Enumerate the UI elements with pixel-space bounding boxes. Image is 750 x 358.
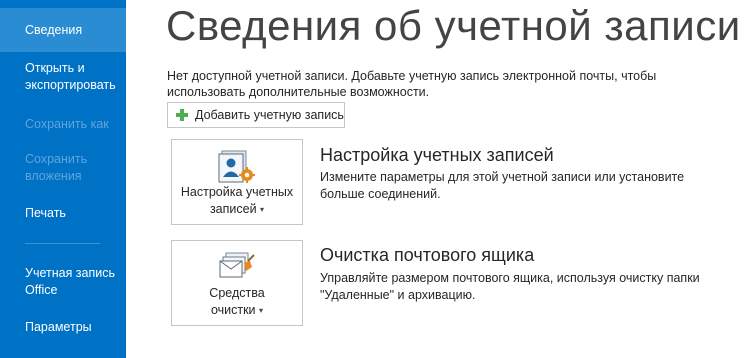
sidebar-item-open-export[interactable]: Открыть и экспортировать [0, 60, 126, 94]
sidebar-item-label: Печать [25, 206, 66, 220]
sidebar-item-print[interactable]: Печать [0, 205, 126, 222]
sidebar-item-options[interactable]: Параметры [0, 319, 126, 336]
add-account-button[interactable]: Добавить учетную запись [167, 102, 345, 128]
account-settings-button[interactable]: Настройка учетных записей ▾ [171, 139, 303, 225]
sidebar-item-save-as: Сохранить как [0, 116, 126, 133]
tile-label-line1: Средства [209, 286, 265, 300]
sidebar-item-save-attachments: Сохранить вложения [0, 151, 126, 185]
mailbox-cleanup-icon [219, 252, 255, 278]
plus-icon [176, 109, 188, 121]
sidebar-item-label: Параметры [25, 320, 92, 334]
sidebar-item-info[interactable]: Сведения [0, 8, 126, 52]
no-account-message: Нет доступной учетной записи. Добавьте у… [167, 69, 657, 99]
sidebar-item-label: Учетная запись Office [25, 266, 116, 297]
sidebar-item-office-account[interactable]: Учетная запись Office [0, 265, 126, 299]
sidebar-divider [25, 243, 100, 244]
add-account-label: Добавить учетную запись [195, 108, 344, 122]
tile-label-line2: очистки [210, 303, 256, 317]
dropdown-caret-icon: ▾ [260, 205, 265, 215]
account-settings-icon [218, 150, 255, 183]
page-title: Сведения об учетной записи [166, 2, 741, 49]
account-settings-description: Измените параметры для этой учетной запи… [320, 170, 685, 201]
sidebar-item-label: Сохранить вложения [25, 152, 88, 183]
tile-label-line2: записей [209, 202, 257, 216]
account-settings-title: Настройка учетных записей [320, 145, 554, 165]
sidebar-item-label: Сведения [25, 22, 83, 37]
cleanup-tools-button[interactable]: Средства очистки ▾ [171, 240, 303, 326]
dropdown-caret-icon: ▾ [259, 306, 264, 316]
mailbox-cleanup-description: Управляйте размером почтового ящика, исп… [320, 271, 700, 302]
mailbox-cleanup-title: Очистка почтового ящика [320, 245, 535, 265]
tile-label-line1: Настройка учетных [180, 185, 294, 199]
sidebar-item-label: Открыть и экспортировать [25, 61, 116, 92]
sidebar-item-label: Сохранить как [25, 117, 109, 131]
backstage-sidebar: Сведения Открыть и экспортировать Сохран… [0, 0, 126, 358]
